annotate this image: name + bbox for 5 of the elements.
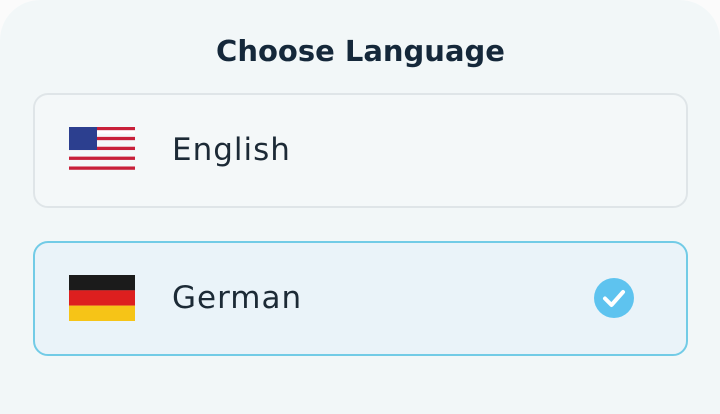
flag-icon	[69, 275, 135, 322]
language-option[interactable]: German	[33, 240, 688, 356]
language-option[interactable]: English	[33, 92, 688, 208]
check-icon	[594, 278, 634, 318]
dialog-title: Choose Language	[215, 34, 506, 69]
